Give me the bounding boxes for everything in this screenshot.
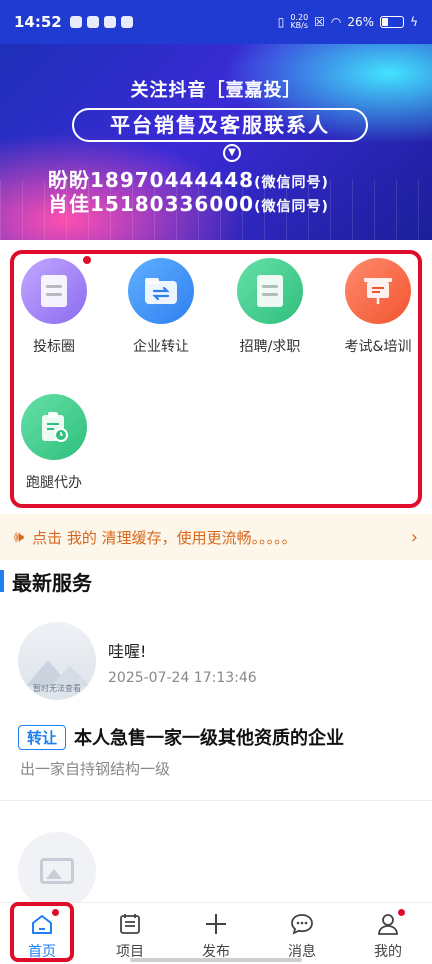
section-latest-services: 最新服务 <box>0 566 432 596</box>
gesture-home-indicator[interactable] <box>130 958 302 962</box>
plus-icon <box>203 911 229 937</box>
service-label: 企业转让 <box>133 339 189 355</box>
banner-contact-2: 肖佳15180336000(微信同号) <box>48 192 329 216</box>
avatar-caption: 暂时无法查看 <box>33 684 81 693</box>
service-company-transfer[interactable]: 企业转让 <box>113 258 209 356</box>
notification-icons <box>69 16 133 28</box>
sim-icon: ☒ <box>314 15 325 29</box>
service-label: 考试&培训 <box>344 339 412 355</box>
banner-follow-text: 关注抖音［壹嘉投］ <box>130 80 302 101</box>
service-errand[interactable]: 跑腿代办 <box>6 394 102 492</box>
chevron-right-icon: › <box>410 526 418 548</box>
service-label: 投标圈 <box>33 339 75 355</box>
notification-dot <box>83 256 91 264</box>
vibrate-icon: ▯ <box>277 15 285 29</box>
service-bidding-circle[interactable]: 投标圈 <box>6 256 102 356</box>
battery-percent: 26% <box>347 15 375 29</box>
wifi-icon: ◠ <box>330 15 342 29</box>
transfer-folder-icon <box>128 258 194 324</box>
post-header[interactable]: 暂时无法查看 哇喔! 2025-07-24 17:13:46 <box>18 622 418 702</box>
status-time: 14:52 <box>14 13 62 31</box>
chevron-down-icon: ▼ <box>223 144 241 162</box>
notification-dot <box>398 909 405 916</box>
image-placeholder[interactable] <box>18 832 96 910</box>
image-icon <box>40 858 74 884</box>
chat-icon <box>289 911 315 937</box>
app-notification-icon <box>69 16 82 28</box>
clipboard-clock-icon <box>21 394 87 460</box>
post-tag-badge: 转让 <box>18 724 67 750</box>
tab-projects[interactable]: 项目 <box>100 911 160 961</box>
charging-icon: ϟ <box>410 15 418 29</box>
notice-text: 点击 我的 清理缓存，使用更流畅。。。。。 <box>32 528 297 547</box>
post-author: 哇喔! <box>108 642 147 661</box>
tab-publish[interactable]: 发布 <box>186 911 246 961</box>
status-bar: 14:52 ▯ 0.20 KB/s ☒ ◠ 26% ϟ <box>0 0 432 44</box>
notice-bar[interactable]: 🕪 点击 我的 清理缓存，使用更流畅。。。。。 › <box>0 514 432 560</box>
promo-banner[interactable]: 关注抖音［壹嘉投］ 平台销售及客服联系人 ▼ 盼盼18970444448(微信同… <box>0 44 432 240</box>
post-description: 出一家自持钢结构一级 <box>20 760 171 778</box>
home-tab-highlight <box>10 902 74 962</box>
tab-me[interactable]: 我的 <box>358 909 418 961</box>
service-label: 招聘/求职 <box>239 339 301 355</box>
tiktok-icon <box>120 16 133 28</box>
service-recruitment[interactable]: 招聘/求职 <box>222 258 318 356</box>
service-label: 跑腿代办 <box>26 475 82 491</box>
section-accent-bar <box>0 570 4 592</box>
post-timestamp: 2025-07-24 17:13:46 <box>108 670 257 686</box>
banner-contact-heading: 平台销售及客服联系人 <box>72 108 368 142</box>
network-speed: 0.20 KB/s <box>290 13 309 30</box>
document-list-icon <box>237 258 303 324</box>
battery-icon <box>380 16 405 28</box>
list-icon <box>117 911 143 937</box>
avatar[interactable]: 暂时无法查看 <box>18 622 96 700</box>
divider <box>0 800 432 801</box>
presentation-board-icon <box>345 258 411 324</box>
speaker-icon: 🕪 <box>14 527 25 546</box>
section-title: 最新服务 <box>12 570 92 595</box>
tab-label: 我的 <box>374 944 402 960</box>
app-notification-icon <box>103 16 116 28</box>
service-exam-training[interactable]: 考试&培训 <box>330 258 426 356</box>
user-icon <box>375 909 405 937</box>
app-notification-icon <box>86 16 99 28</box>
tab-messages[interactable]: 消息 <box>272 911 332 961</box>
post-title: 本人急售一家一级其他资质的企业 <box>74 728 345 749</box>
post-title-row[interactable]: 转让 本人急售一家一级其他资质的企业 <box>18 724 418 750</box>
document-icon <box>21 256 91 324</box>
status-right: ▯ 0.20 KB/s ☒ ◠ 26% ϟ <box>278 14 418 30</box>
